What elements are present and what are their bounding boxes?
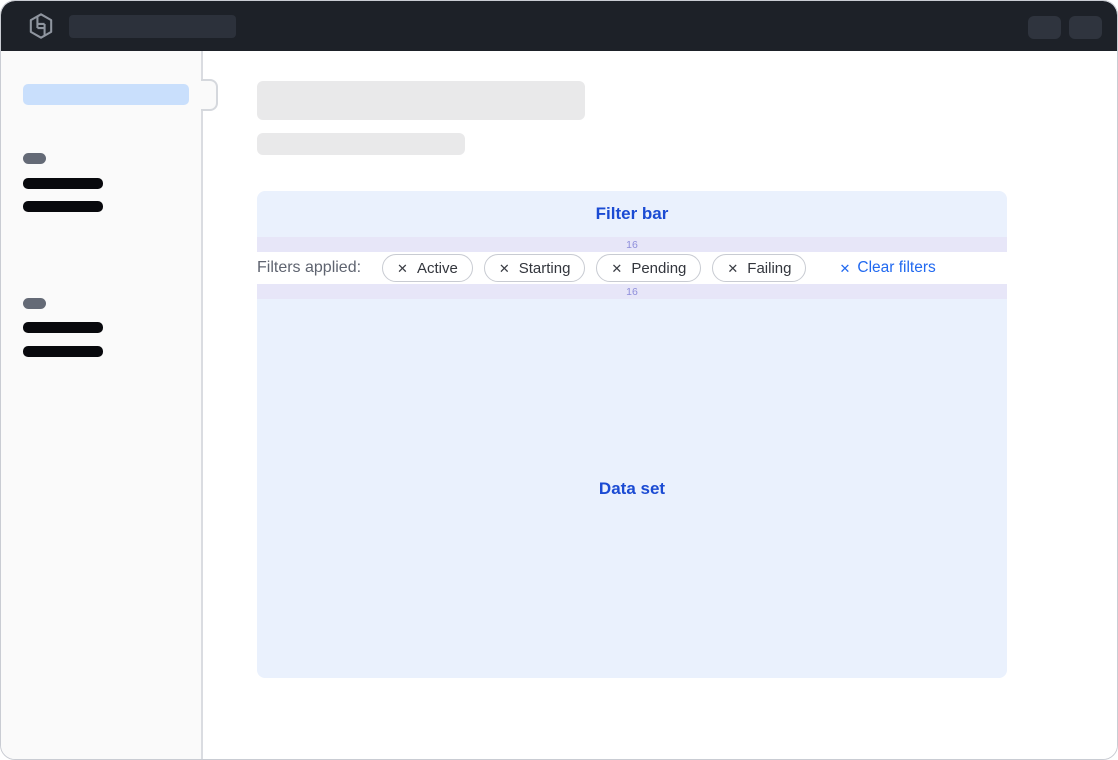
filter-pill-label: Pending <box>631 260 686 277</box>
app-window: Filter bar 16 Filters applied: ✕ Active … <box>0 0 1118 760</box>
filter-bar-placeholder: Filter bar <box>257 191 1007 237</box>
sidebar <box>1 51 203 759</box>
dismiss-icon: ✕ <box>397 262 408 275</box>
filter-pill-label: Active <box>417 260 458 277</box>
page-subtitle-skeleton <box>257 133 465 155</box>
topbar-button-2[interactable] <box>1069 16 1102 39</box>
dismiss-icon: ✕ <box>611 262 622 275</box>
clear-icon: ✕ <box>839 262 850 275</box>
filter-pill-label: Failing <box>747 260 791 277</box>
filters-applied-row: Filters applied: ✕ Active ✕ Starting ✕ P… <box>257 252 1007 284</box>
dismiss-icon: ✕ <box>499 262 510 275</box>
spacing-indicator-top: 16 <box>257 237 1007 252</box>
filter-pill-label: Starting <box>519 260 571 277</box>
data-set-label: Data set <box>599 479 665 499</box>
filters-applied-label: Filters applied: <box>257 259 361 277</box>
sidebar-item-skeleton-2 <box>23 201 103 212</box>
sidebar-item-skeleton-3 <box>23 322 103 333</box>
filter-pill-starting[interactable]: ✕ Starting <box>484 254 586 282</box>
spacing-value: 16 <box>626 239 638 251</box>
topbar-actions <box>1028 16 1102 39</box>
filter-section: Filter bar 16 Filters applied: ✕ Active … <box>257 191 1007 678</box>
main-content: Filter bar 16 Filters applied: ✕ Active … <box>203 51 1117 759</box>
topbar <box>1 1 1117 51</box>
clear-filters-link[interactable]: ✕ Clear filters <box>839 259 935 277</box>
filter-pill-pending[interactable]: ✕ Pending <box>596 254 701 282</box>
spacing-indicator-bottom: 16 <box>257 284 1007 299</box>
data-set-placeholder: Data set <box>257 299 1007 678</box>
sidebar-section-label-skeleton-1 <box>23 153 46 164</box>
clear-filters-label: Clear filters <box>857 259 935 277</box>
sidebar-section-label-skeleton-2 <box>23 298 46 309</box>
page-title-skeleton <box>257 81 585 120</box>
topbar-button-1[interactable] <box>1028 16 1061 39</box>
filter-bar-label: Filter bar <box>596 204 669 224</box>
search-input[interactable] <box>69 15 236 38</box>
sidebar-item-skeleton-1 <box>23 178 103 189</box>
filter-pill-active[interactable]: ✕ Active <box>382 254 473 282</box>
filter-pill-failing[interactable]: ✕ Failing <box>712 254 806 282</box>
sidebar-collapse-handle[interactable] <box>201 79 218 111</box>
dismiss-icon: ✕ <box>727 262 738 275</box>
hashicorp-logo-icon[interactable] <box>28 13 54 39</box>
sidebar-item-skeleton-4 <box>23 346 103 357</box>
sidebar-item-selected[interactable] <box>23 84 189 105</box>
spacing-value: 16 <box>626 286 638 298</box>
